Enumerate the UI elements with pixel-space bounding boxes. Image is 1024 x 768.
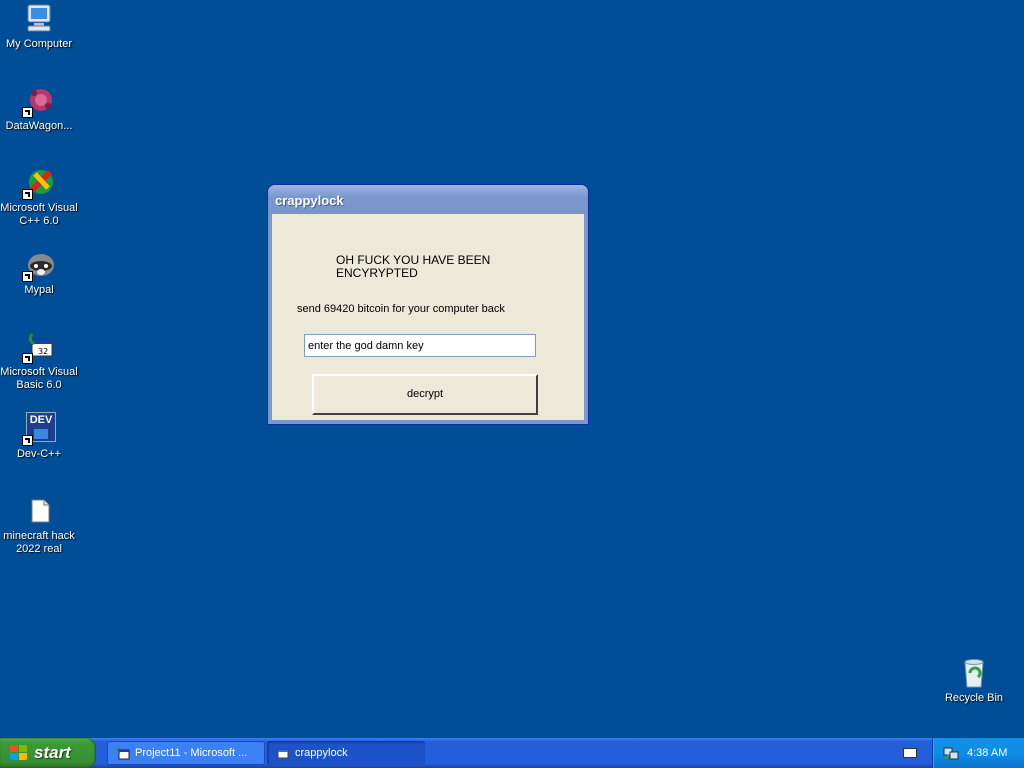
window-client-area: OH FUCK YOU HAVE BEEN ENCYRYPTED send 69… <box>272 214 584 420</box>
taskbar-button-crappylock[interactable]: crappylock <box>267 741 425 765</box>
taskbar-button-label: crappylock <box>295 747 348 759</box>
datawagon-icon <box>22 84 56 118</box>
decryption-key-input[interactable] <box>304 334 536 357</box>
desktop-icon-label: DataWagon... <box>5 120 73 132</box>
desktop-icon-label-line1: minecraft hack <box>3 530 75 542</box>
mypal-raccoon-icon <box>22 248 56 282</box>
desktop-icon-label: My Computer <box>5 38 73 50</box>
taskbar: start Project11 - Microsoft ... crappylo… <box>0 738 1024 768</box>
desktop-icon-label-line2: Basic 6.0 <box>16 379 62 391</box>
desktop-icon-visual-basic[interactable]: 32 Microsoft Visual Basic 6.0 <box>0 330 78 392</box>
taskbar-button-label: Project11 - Microsoft ... <box>135 747 248 759</box>
desktop-icon-label-line1: Microsoft Visual <box>0 202 78 214</box>
desktop-icon-label-line2: C++ 6.0 <box>19 215 59 227</box>
system-tray: 4:38 AM <box>932 738 1024 768</box>
desktop-icon-label-line1: Microsoft Visual <box>0 366 78 378</box>
start-button[interactable]: start <box>0 738 96 768</box>
shortcut-arrow-icon <box>22 271 33 282</box>
dev-cpp-badge: DEV <box>29 414 53 426</box>
ransom-heading-line2: ENCYRYPTED <box>336 266 418 280</box>
window-title: crappylock <box>275 193 344 208</box>
clock[interactable]: 4:38 AM <box>967 738 1007 768</box>
ransom-message: send 69420 bitcoin for your computer bac… <box>297 303 505 315</box>
shortcut-arrow-icon <box>22 435 33 446</box>
shortcut-arrow-icon <box>22 353 33 364</box>
svg-text:32: 32 <box>38 347 48 356</box>
recycle-bin-icon <box>957 656 991 690</box>
visual-basic-app-icon <box>116 746 130 760</box>
start-label: start <box>34 743 71 762</box>
window-app-icon <box>276 746 290 760</box>
desktop-icon-mypal[interactable]: Mypal <box>0 248 78 297</box>
ransom-heading: OH FUCK YOU HAVE BEEN ENCYRYPTED <box>336 254 506 280</box>
crappylock-window: crappylock OH FUCK YOU HAVE BEEN ENCYRYP… <box>268 185 588 424</box>
network-icon[interactable] <box>943 745 959 761</box>
desktop-icon-my-computer[interactable]: My Computer <box>0 2 78 51</box>
computer-icon <box>22 2 56 36</box>
visual-basic-icon: 32 <box>22 330 56 364</box>
visual-cpp-icon <box>22 166 56 200</box>
desktop-icon-label: Recycle Bin <box>944 692 1004 704</box>
taskbar-button-project11[interactable]: Project11 - Microsoft ... <box>107 741 265 765</box>
dev-cpp-icon: DEV <box>22 412 56 446</box>
desktop-icon-visual-cpp[interactable]: Microsoft Visual C++ 6.0 <box>0 166 78 228</box>
desktop-icon-label-line2: 2022 real <box>16 543 62 555</box>
shortcut-arrow-icon <box>22 189 33 200</box>
decrypt-button[interactable]: decrypt <box>312 374 538 415</box>
shortcut-arrow-icon <box>22 107 33 118</box>
desktop-icon-datawagon[interactable]: DataWagon... <box>0 84 78 133</box>
keyboard-icon[interactable] <box>903 748 917 758</box>
file-icon <box>22 494 56 528</box>
desktop-icon-recycle-bin[interactable]: Recycle Bin <box>935 656 1013 705</box>
desktop-icon-minecraft-hack[interactable]: minecraft hack 2022 real <box>0 494 78 556</box>
window-titlebar[interactable]: crappylock <box>268 185 588 214</box>
windows-logo-icon <box>10 745 28 761</box>
desktop-icon-dev-cpp[interactable]: DEV Dev-C++ <box>0 412 78 461</box>
desktop-icon-label: Mypal <box>24 284 54 296</box>
desktop-icon-label: Dev-C++ <box>16 448 62 460</box>
